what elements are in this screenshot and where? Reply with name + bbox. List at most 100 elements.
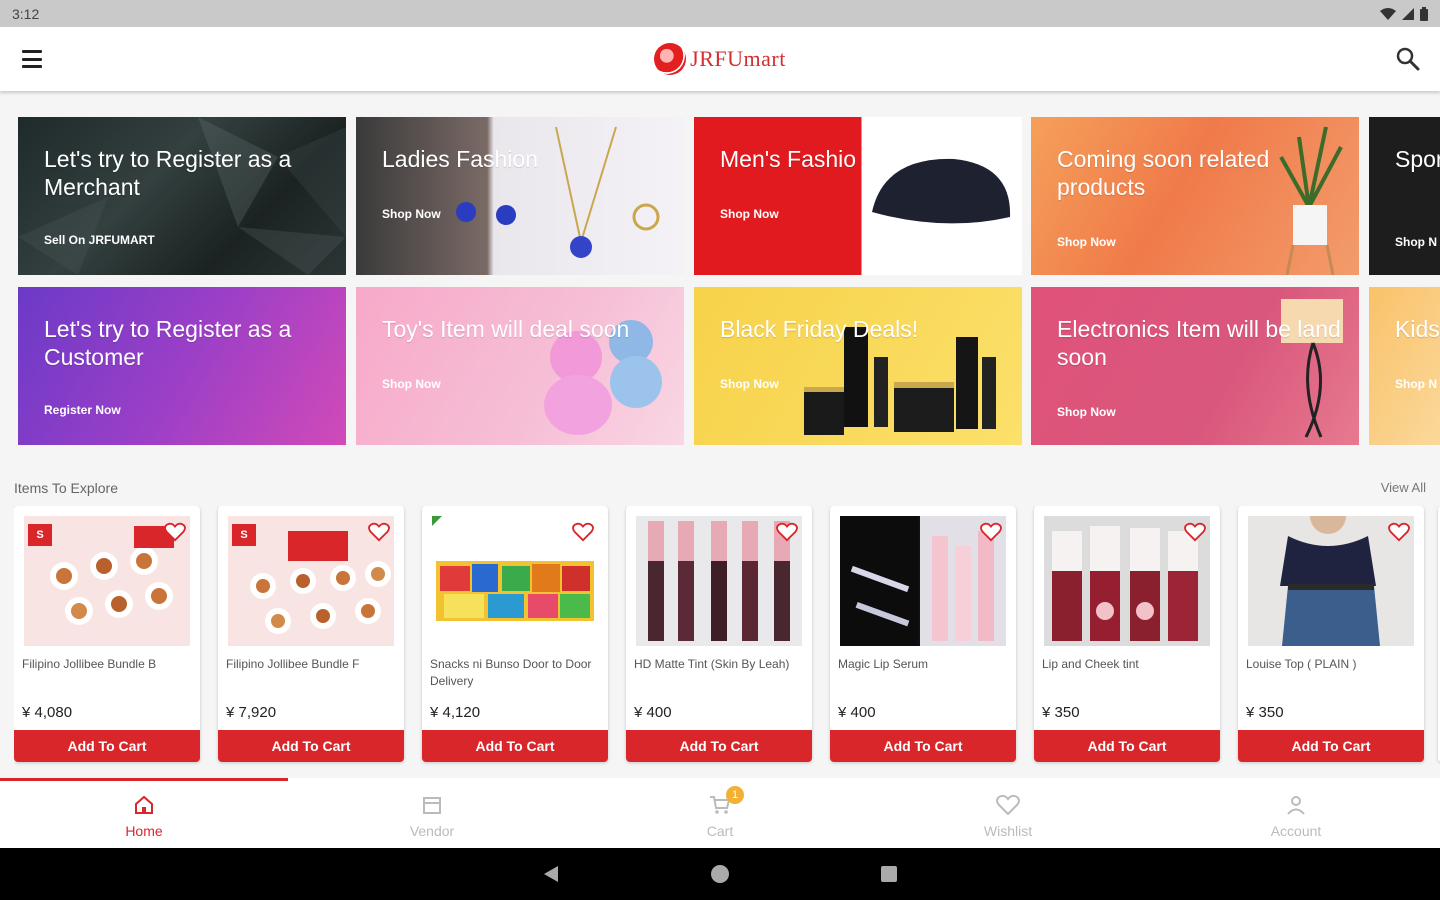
banner-title: Ladies Fashion (382, 146, 538, 172)
banner-toys[interactable]: Toy's Item will deal soon Shop Now (356, 287, 684, 445)
cap-image (872, 158, 1011, 224)
product-name: Filipino Jollibee Bundle F (226, 657, 360, 671)
banner-title: Electronics Item will be land soon (1057, 316, 1341, 370)
product-price: ¥ 350 (1246, 704, 1284, 721)
banner-cta[interactable]: Shop Now (382, 377, 441, 391)
product-name: Magic Lip Serum (838, 657, 929, 671)
product-card[interactable]: S Filipino Jollibee Bundle B ¥ 4,080 Add… (14, 506, 200, 762)
add-to-cart-button[interactable]: Add To Cart (14, 730, 200, 762)
product-card[interactable]: S Filipino Jollibee Bundle F ¥ 7,920 Add… (218, 506, 404, 762)
nav-vendor[interactable]: Vendor (288, 778, 576, 848)
nav-home-label: Home (125, 823, 163, 839)
product-card[interactable]: Lip and Cheek tint ¥ 350 Add To Cart (1034, 506, 1220, 762)
jewelry-image (456, 126, 660, 258)
product-price: ¥ 400 (634, 704, 672, 721)
status-icons (1380, 6, 1428, 21)
logo-mark-icon (654, 43, 687, 75)
banner-register-customer[interactable]: Let's try to Register as a Customer Regi… (18, 287, 346, 445)
add-to-cart-button[interactable]: Add To Cart (830, 730, 1016, 762)
status-time: 3:12 (12, 5, 40, 22)
heart-icon (996, 794, 1020, 816)
add-to-cart-button[interactable]: Add To Cart (1034, 730, 1220, 762)
system-navigation-bar (0, 848, 1440, 900)
banner-cta[interactable]: Shop Now (1057, 235, 1116, 249)
banner-register-merchant[interactable]: Let's try to Register as a Merchant Sell… (18, 117, 346, 275)
wishlist-heart-icon[interactable] (368, 522, 390, 542)
add-to-cart-button[interactable]: Add To Cart (218, 730, 404, 762)
user-icon (1287, 796, 1305, 815)
wifi-icon (1380, 7, 1396, 20)
wishlist-heart-icon[interactable] (980, 522, 1002, 542)
banner-cta[interactable]: Shop N (1395, 377, 1437, 391)
banner-cta[interactable]: Sell On JRFUMART (44, 233, 155, 247)
banner-cta[interactable]: Shop N (1395, 235, 1437, 249)
nav-home[interactable]: Home (0, 778, 288, 848)
banner-mens-fashion[interactable]: Men's Fashio Shop Now (694, 117, 1022, 275)
add-to-cart-button[interactable]: Add To Cart (626, 730, 812, 762)
banner-title: Spor soon (1395, 146, 1440, 172)
product-card[interactable]: HD Matte Tint (Skin By Leah) ¥ 400 Add T… (626, 506, 812, 762)
store-badge-icon: S (28, 524, 52, 546)
nav-account[interactable]: Account (1152, 778, 1440, 848)
banner-cta[interactable]: Shop Now (720, 377, 779, 391)
section-title: Items To Explore (14, 480, 119, 496)
wishlist-heart-icon[interactable] (776, 522, 798, 542)
product-name: Louise Top ( PLAIN ) (1246, 657, 1357, 671)
banner-black-friday[interactable]: Black Friday Deals! Shop Now (694, 287, 1022, 445)
banner-cta[interactable]: Shop Now (1057, 405, 1116, 419)
banner-title: Toy's Item will deal soon (382, 316, 630, 342)
product-price: ¥ 4,080 (22, 704, 73, 721)
banner-cta[interactable]: Shop Now (382, 207, 441, 221)
view-all-link[interactable]: View All (1381, 480, 1426, 495)
add-to-cart-button[interactable]: Add To Cart (1238, 730, 1424, 762)
product-name: Snacks ni Bunso Door to Door Delivery (430, 657, 592, 688)
banner-coming-soon[interactable]: Coming soon related products Shop Now (1031, 117, 1359, 275)
product-price: ¥ 400 (838, 704, 876, 721)
bottom-navigation: Home Vendor 1 Cart Wishlist Account (0, 778, 1440, 848)
search-icon[interactable] (1394, 45, 1422, 73)
product-price: ¥ 7,920 (226, 704, 277, 721)
nav-cart-label: Cart (706, 823, 734, 839)
cosmetics-image (804, 327, 996, 435)
cart-count-badge: 1 (726, 786, 744, 804)
logo-text: JRFUmart (690, 46, 786, 71)
nav-cart[interactable]: 1 Cart (576, 778, 864, 848)
teddy-bear-image (544, 320, 662, 435)
wishlist-heart-icon[interactable] (572, 522, 594, 542)
store-icon (423, 797, 441, 814)
app-logo[interactable]: JRFUmart (654, 43, 786, 75)
product-carousel: S Filipino Jollibee Bundle B ¥ 4,080 Add… (14, 506, 1440, 768)
signal-icon (1402, 7, 1414, 20)
banner-title: Black Friday Deals! (720, 316, 919, 342)
promo-banner-grid: Let's try to Register as a Merchant Sell… (18, 117, 1440, 447)
banner-title: Let's try to Register as a Customer (44, 316, 292, 370)
product-card[interactable]: Magic Lip Serum ¥ 400 Add To Cart (830, 506, 1016, 762)
nav-account-label: Account (1270, 823, 1322, 839)
product-name: Filipino Jollibee Bundle B (22, 657, 157, 671)
banner-kids[interactable]: Kids Shop N (1369, 287, 1440, 445)
banner-ladies-fashion[interactable]: Ladies Fashion Shop Now (356, 117, 684, 275)
home-button-icon[interactable] (710, 864, 730, 884)
back-icon[interactable] (542, 864, 560, 884)
banner-electronics[interactable]: Electronics Item will be land soon Shop … (1031, 287, 1359, 445)
add-to-cart-button[interactable]: Add To Cart (422, 730, 608, 762)
wishlist-heart-icon[interactable] (164, 522, 186, 542)
product-card[interactable]: Louise Top ( PLAIN ) ¥ 350 Add To Cart (1238, 506, 1424, 762)
product-name: HD Matte Tint (Skin By Leah) (634, 657, 790, 671)
banner-cta[interactable]: Shop Now (720, 207, 779, 221)
battery-icon (1420, 6, 1428, 21)
banner-title: Let's try to Register as a Merchant (44, 146, 292, 200)
nav-wishlist[interactable]: Wishlist (864, 778, 1152, 848)
recents-icon[interactable] (880, 865, 898, 883)
wishlist-heart-icon[interactable] (1184, 522, 1206, 542)
nav-wishlist-label: Wishlist (983, 823, 1033, 839)
product-card[interactable]: Snacks ni Bunso Door to Door Delivery ¥ … (422, 506, 608, 762)
product-price: ¥ 350 (1042, 704, 1080, 721)
hamburger-menu-icon[interactable] (20, 47, 44, 71)
wishlist-heart-icon[interactable] (1388, 522, 1410, 542)
status-bar: 3:12 (0, 0, 1440, 27)
store-badge-icon: S (232, 524, 256, 546)
banner-sports[interactable]: Spor soon Shop N (1369, 117, 1440, 275)
banner-title: Coming soon related products (1057, 146, 1270, 200)
banner-cta[interactable]: Register Now (44, 403, 121, 417)
